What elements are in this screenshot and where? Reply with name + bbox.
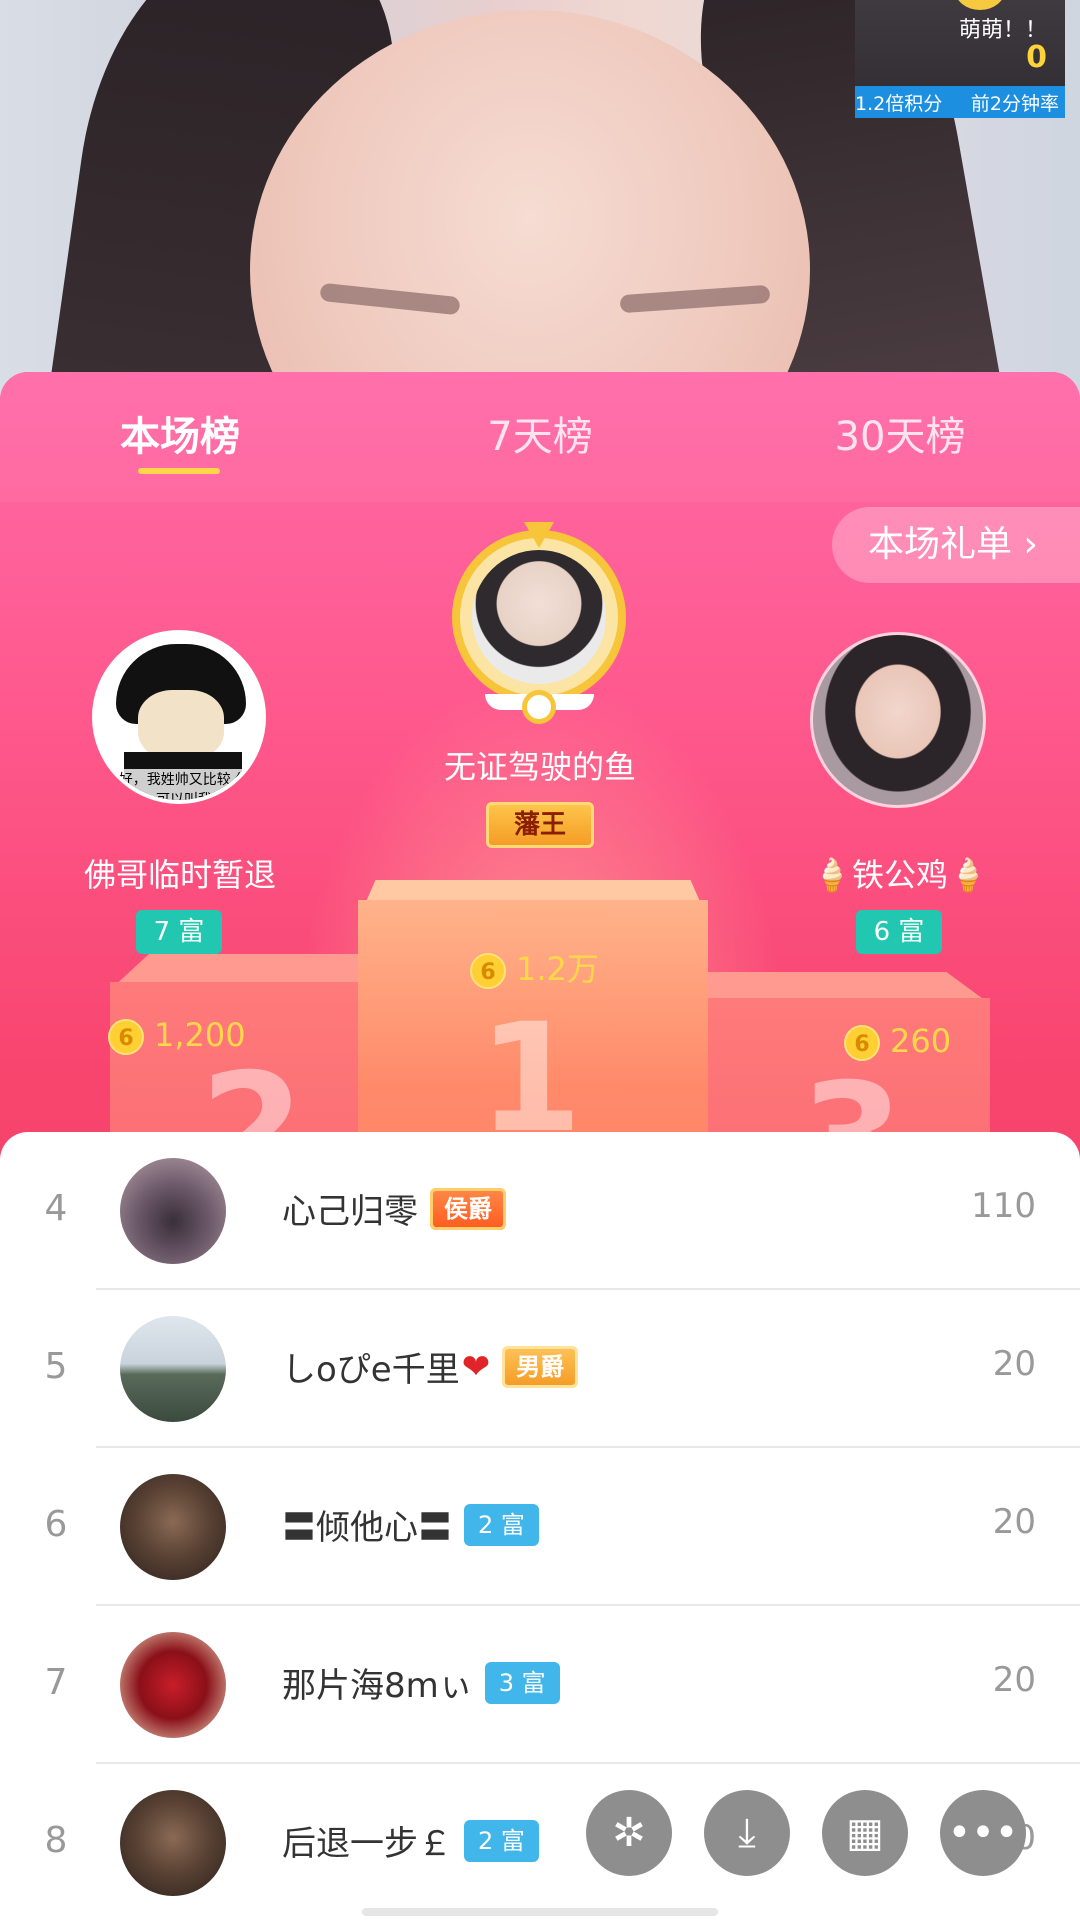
rank-number: 7 — [44, 1662, 68, 1703]
score-third: 6 260 — [844, 1022, 951, 1061]
noble-badge-first: 藩王 — [486, 802, 594, 848]
pk-bonus-bar: 1.2倍积分 前2分钟率 — [855, 86, 1065, 118]
coin-icon: 6 — [108, 1019, 144, 1055]
apps-grid-button[interactable]: ▦ — [822, 1790, 908, 1876]
list-item[interactable]: 5 しoぴe千里 ❤ 男爵 20 — [0, 1290, 1080, 1448]
coin-icon — [955, 0, 1005, 10]
contribution-value: 20 — [992, 1344, 1036, 1384]
contribution-value: 20 — [992, 1660, 1036, 1700]
ranking-list: 4 心己归零 侯爵 110 5 しoぴe千里 ❤ 男爵 20 6 〓倾他心〓 2 富 2… — [0, 1132, 1080, 1920]
pk-score-card[interactable]: 萌萌！！ 0 1.2倍积分 前2分钟率 — [855, 0, 1065, 118]
avatar-second[interactable]: 您好，我姓帅又比较 你们可以叫我 — [92, 630, 266, 804]
more-button[interactable]: ••• — [940, 1790, 1026, 1876]
pk-score: 0 — [1026, 40, 1047, 75]
avatar[interactable] — [120, 1790, 226, 1896]
score-first: 6 1.2万 — [470, 944, 599, 990]
gift-list-button[interactable]: 本场礼单 › — [832, 507, 1080, 583]
share-button[interactable]: ✲ — [586, 1790, 672, 1876]
avatar[interactable] — [120, 1632, 226, 1738]
noble-badge: 男爵 — [502, 1345, 579, 1388]
bonus-multiplier: 1.2倍积分 — [855, 92, 943, 115]
list-item[interactable]: 4 心己归零 侯爵 110 — [0, 1132, 1080, 1290]
rich-level-badge-second: 7 富 — [136, 910, 222, 954]
contribution-value: 20 — [992, 1502, 1036, 1542]
rich-level-badge-third: 6 富 — [856, 910, 942, 954]
user-name: 那片海8mぃ — [282, 1666, 473, 1706]
tab-30-days[interactable]: 30天榜 — [770, 404, 1030, 462]
list-item[interactable]: 7 那片海8mぃ 3 富 20 — [0, 1606, 1080, 1764]
ranking-tabs: 本场榜 7天榜 30天榜 — [0, 372, 1080, 502]
list-item[interactable]: 8 后退一步￡2 富 10 — [0, 1764, 1080, 1920]
crown-pendant-icon — [522, 690, 556, 724]
download-button[interactable]: ⤓ — [704, 1790, 790, 1876]
coin-icon: 6 — [844, 1025, 880, 1061]
user-name: 心己归零 — [282, 1192, 418, 1232]
rank-number: 4 — [44, 1188, 68, 1229]
contribution-value: 110 — [971, 1186, 1036, 1226]
avatar[interactable] — [120, 1474, 226, 1580]
name-second[interactable]: 佛哥临时暂退 — [20, 850, 340, 896]
rank-number: 5 — [44, 1346, 68, 1387]
avatar[interactable] — [120, 1316, 226, 1422]
user-name: しoぴe千里 — [282, 1350, 460, 1390]
avatar[interactable] — [120, 1158, 226, 1264]
home-indicator[interactable] — [362, 1908, 718, 1916]
bonus-period: 前2分钟率 — [970, 92, 1059, 115]
rich-level-badge: 2 富 — [464, 1503, 539, 1546]
avatar-third[interactable] — [810, 632, 986, 808]
rank-number: 6 — [44, 1504, 68, 1545]
coin-icon: 6 — [470, 953, 506, 989]
list-item[interactable]: 6 〓倾他心〓 2 富 20 — [0, 1448, 1080, 1606]
avatar-meme-caption: 您好，我姓帅又比较 你们可以叫我 — [104, 769, 262, 800]
heart-icon: ❤ — [461, 1346, 491, 1387]
rank-number: 8 — [44, 1820, 68, 1861]
tab-7-days[interactable]: 7天榜 — [410, 404, 670, 462]
user-name: 后退一步￡ — [282, 1824, 452, 1864]
name-third[interactable]: 🍦铁公鸡🍦 — [740, 850, 1060, 896]
noble-badge: 侯爵 — [430, 1187, 506, 1230]
active-tab-indicator — [138, 468, 220, 474]
score-second: 6 1,200 — [108, 1016, 246, 1055]
name-first[interactable]: 无证驾驶的鱼 — [380, 742, 700, 788]
rich-level-badge: 2 富 — [464, 1819, 539, 1862]
user-name: 〓倾他心〓 — [282, 1508, 452, 1548]
avatar-first[interactable] — [472, 550, 606, 684]
ranking-panel: 本场榜 7天榜 30天榜 本场礼单 › 1 2 3 您好，我姓帅又比较 你们可以… — [0, 372, 1080, 1920]
tab-this-session[interactable]: 本场榜 — [50, 404, 310, 462]
rich-level-badge: 3 富 — [484, 1661, 560, 1704]
